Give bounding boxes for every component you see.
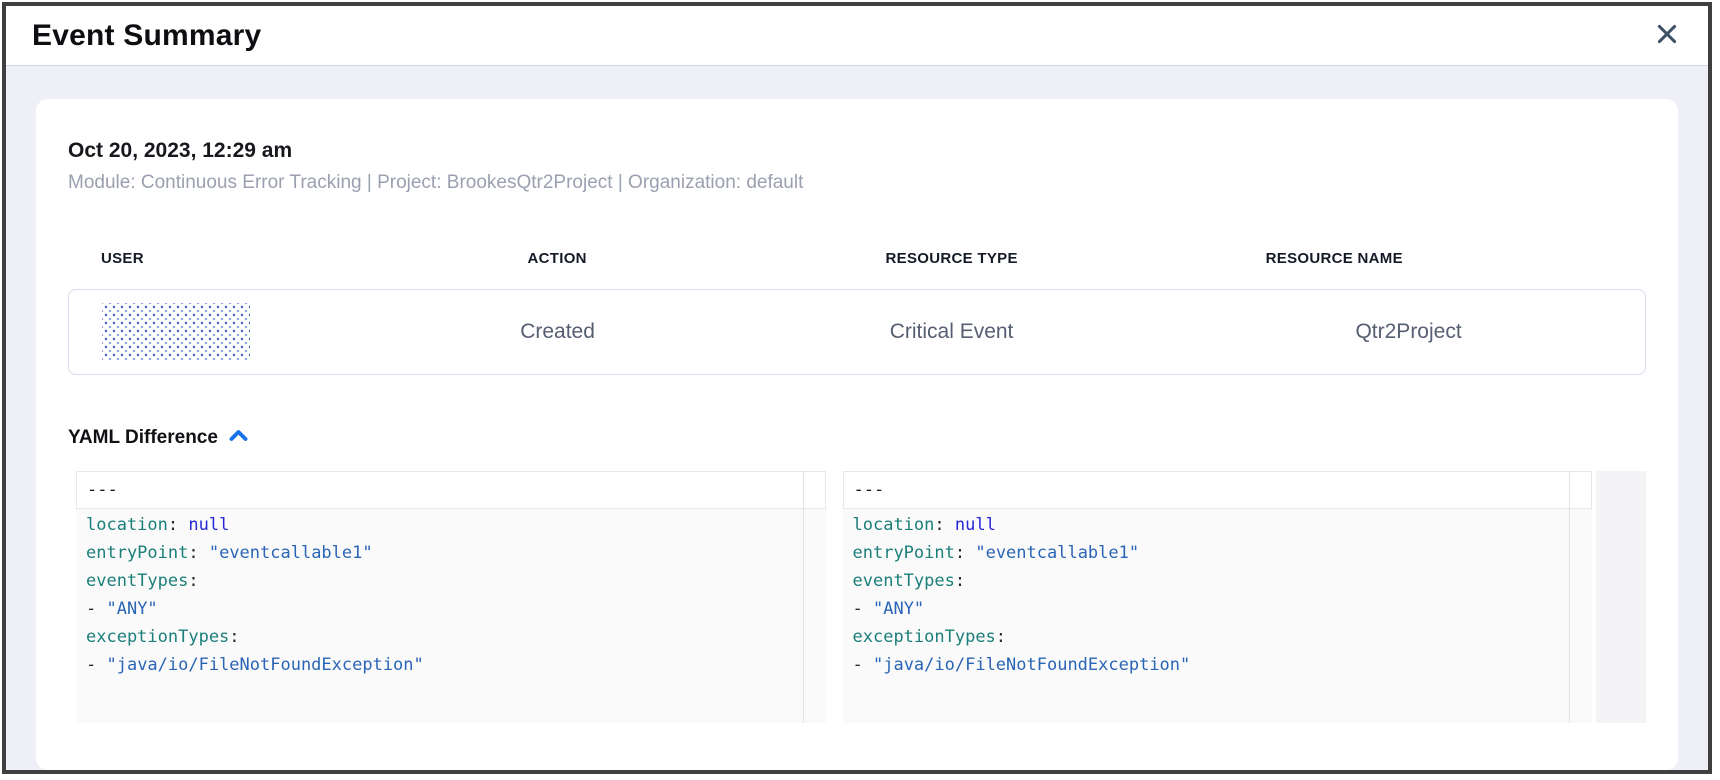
table-row: Created Critical Event Qtr2Project	[68, 289, 1646, 375]
yaml-code-line: eventTypes:	[76, 567, 826, 595]
yaml-code-line: location: null	[76, 511, 826, 539]
yaml-code-line: exceptionTypes:	[76, 623, 826, 651]
event-card: Oct 20, 2023, 12:29 am Module: Continuou…	[36, 99, 1678, 770]
yaml-code-line: entryPoint: "eventcallable1"	[843, 539, 1593, 567]
yaml-code-line: ---	[843, 471, 1593, 509]
modal-body: Oct 20, 2023, 12:29 am Module: Continuou…	[6, 66, 1708, 770]
audit-table-header: USER ACTION RESOURCE TYPE RESOURCE NAME	[68, 250, 1646, 267]
user-cell	[69, 303, 384, 361]
yaml-code-line: eventTypes:	[843, 567, 1593, 595]
modal-title: Event Summary	[32, 19, 261, 53]
column-header-action: ACTION	[384, 250, 731, 267]
modal-header: Event Summary	[6, 6, 1708, 66]
redacted-user-avatar	[102, 303, 250, 361]
yaml-panel-right[interactable]: ---location: nullentryPoint: "eventcalla…	[843, 471, 1593, 723]
close-button[interactable]	[1650, 19, 1684, 53]
resource-type-cell: Critical Event	[731, 320, 1172, 344]
action-cell: Created	[384, 320, 731, 344]
vertical-scrollbar-track[interactable]	[1596, 471, 1646, 723]
close-icon	[1653, 20, 1681, 51]
yaml-diff-viewer: ---location: nullentryPoint: "eventcalla…	[76, 471, 1646, 723]
yaml-code-line: - "java/io/FileNotFoundException"	[843, 651, 1593, 679]
yaml-difference-toggle[interactable]: YAML Difference	[68, 427, 249, 449]
yaml-code-line: location: null	[843, 511, 1593, 539]
column-header-resource-name: RESOURCE NAME	[1173, 250, 1646, 267]
event-summary-modal: Event Summary Oct 20, 2023, 12:29 am Mod…	[2, 2, 1712, 774]
yaml-code-line: entryPoint: "eventcallable1"	[76, 539, 826, 567]
event-meta: Module: Continuous Error Tracking | Proj…	[68, 172, 1646, 194]
chevron-up-icon	[228, 428, 249, 448]
yaml-code-line: - "ANY"	[76, 595, 826, 623]
resource-name-cell: Qtr2Project	[1172, 320, 1645, 344]
yaml-code-line: - "java/io/FileNotFoundException"	[76, 651, 826, 679]
yaml-panel-left[interactable]: ---location: nullentryPoint: "eventcalla…	[76, 471, 826, 723]
yaml-difference-label: YAML Difference	[68, 427, 218, 449]
yaml-code-line: ---	[76, 471, 826, 509]
yaml-code-line: exceptionTypes:	[843, 623, 1593, 651]
event-date: Oct 20, 2023, 12:29 am	[68, 139, 1646, 163]
column-header-user: USER	[68, 250, 384, 267]
column-header-resource-type: RESOURCE TYPE	[731, 250, 1173, 267]
yaml-code-line: - "ANY"	[843, 595, 1593, 623]
